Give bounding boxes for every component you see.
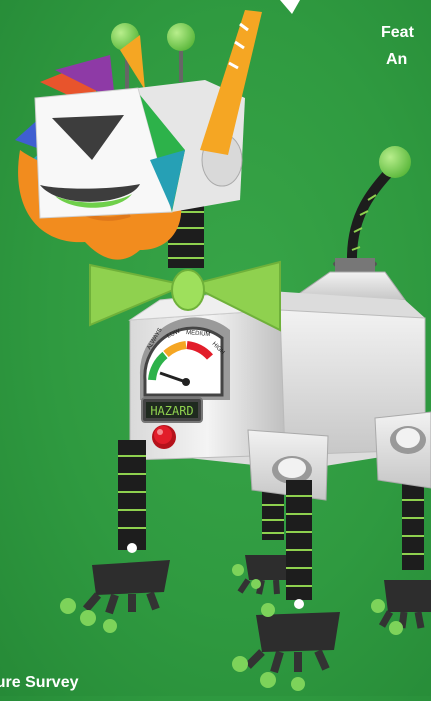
caption-line-2: An [386, 51, 408, 68]
robot-tail [347, 146, 411, 263]
hazard-display-text: HAZARD [150, 404, 193, 418]
robot-front-leg-right [232, 480, 340, 691]
red-button [152, 425, 176, 449]
antenna-right [167, 23, 195, 82]
robot-front-leg-left [60, 440, 170, 633]
robot-dog-illustration: ALWAYS LOW MEDIUM HIGH HAZARD [15, 0, 431, 691]
illustration-scene: ALWAYS LOW MEDIUM HIGH HAZARD [0, 0, 431, 696]
robot-back-leg-right [371, 470, 431, 635]
caption-bottom: iture Survey [0, 674, 79, 691]
hazard-display: HAZARD [141, 397, 203, 423]
speech-bubble-tail [280, 0, 300, 14]
robot-leg-housing-right [374, 411, 431, 489]
caption-line-1: Feat [381, 24, 414, 41]
